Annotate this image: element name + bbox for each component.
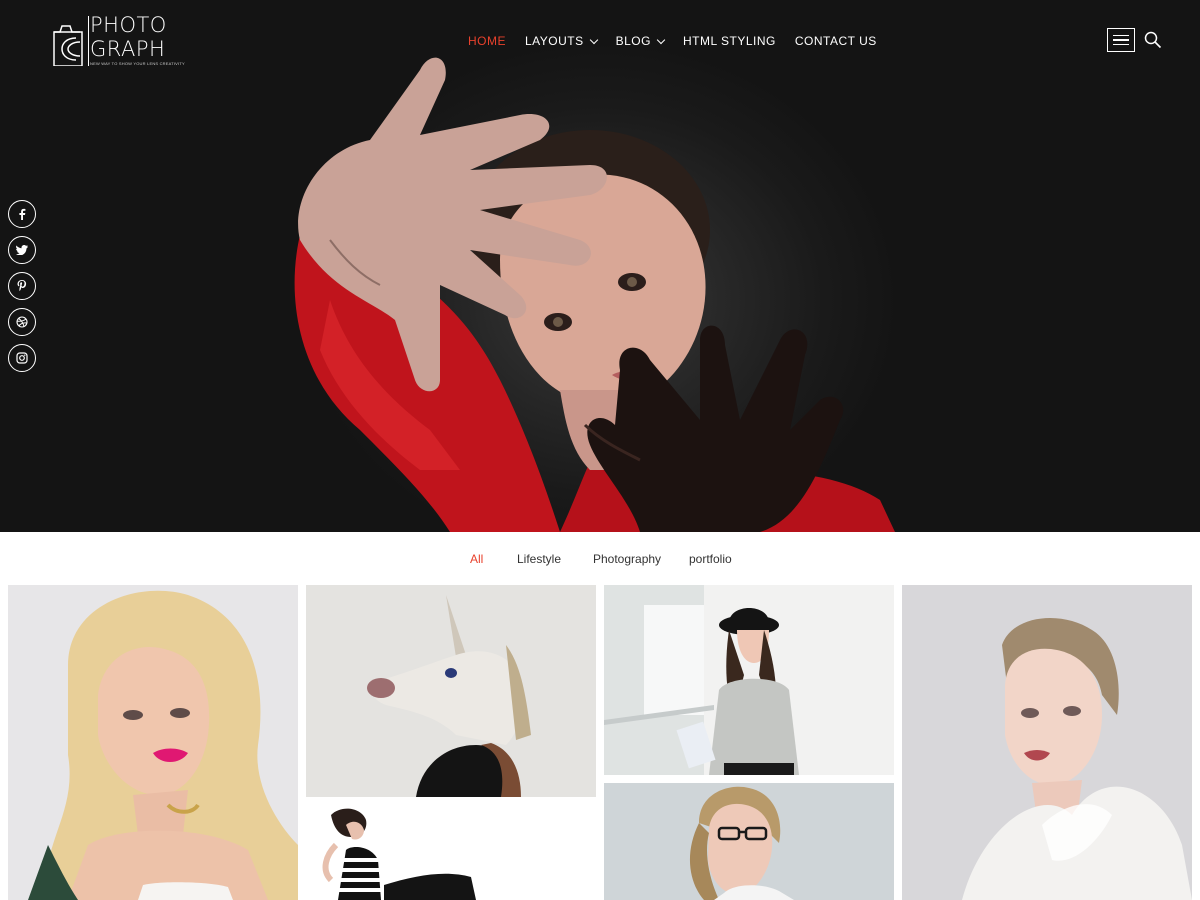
nav-item-home[interactable]: HOME bbox=[468, 33, 506, 49]
main-nav: HOME LAYOUTS BLOG HTML STYLING CONTACT U… bbox=[468, 33, 896, 49]
pinterest-icon[interactable] bbox=[8, 272, 36, 300]
gallery-photo bbox=[8, 585, 298, 900]
hero-image bbox=[294, 57, 895, 532]
filter-portfolio[interactable]: portfolio bbox=[689, 552, 732, 566]
gallery-photo bbox=[604, 585, 894, 775]
nav-label: CONTACT US bbox=[794, 34, 877, 48]
gallery-item-white-collar-portrait[interactable] bbox=[902, 585, 1192, 900]
hero-banner: PHOTO GRAPH NEW WAY TO SHOW YOUR LENS CR… bbox=[0, 0, 1200, 532]
search-icon[interactable] bbox=[1144, 31, 1162, 49]
gallery-photo bbox=[306, 585, 596, 797]
nav-label: HOME bbox=[468, 34, 506, 48]
logo-text-bottom: GRAPH bbox=[90, 37, 166, 61]
nav-label: HTML STYLING bbox=[682, 34, 776, 48]
filter-photography[interactable]: Photography bbox=[593, 552, 661, 566]
nav-label: LAYOUTS bbox=[525, 34, 584, 48]
filter-all[interactable]: All bbox=[470, 552, 483, 566]
twitter-icon[interactable] bbox=[8, 236, 36, 264]
gallery-item-unicorn-mask[interactable] bbox=[306, 585, 596, 797]
logo-tagline: NEW WAY TO SHOW YOUR LENS CREATIVITY bbox=[90, 61, 185, 66]
logo-divider bbox=[88, 16, 89, 66]
nav-item-html-styling[interactable]: HTML STYLING bbox=[683, 33, 776, 49]
gallery-item-striped-dress[interactable] bbox=[306, 805, 596, 900]
social-links bbox=[8, 200, 36, 372]
gallery-photo bbox=[604, 783, 894, 900]
gallery-photo bbox=[902, 585, 1192, 900]
logo-text-top: PHOTO bbox=[90, 13, 167, 37]
instagram-icon[interactable] bbox=[8, 344, 36, 372]
nav-item-contact-us[interactable]: CONTACT US bbox=[795, 33, 877, 49]
gallery-photo bbox=[306, 805, 596, 900]
hamburger-icon[interactable] bbox=[1107, 28, 1135, 52]
camera-logo-icon bbox=[53, 25, 83, 66]
nav-item-layouts[interactable]: LAYOUTS bbox=[525, 33, 598, 49]
facebook-icon[interactable] bbox=[8, 200, 36, 228]
filter-lifestyle[interactable]: Lifestyle bbox=[517, 552, 561, 566]
gallery-item-hat-portrait[interactable] bbox=[604, 585, 894, 775]
chevron-down-icon bbox=[656, 35, 666, 44]
nav-item-blog[interactable]: BLOG bbox=[615, 33, 666, 49]
site-logo[interactable]: PHOTO GRAPH NEW WAY TO SHOW YOUR LENS CR… bbox=[52, 13, 185, 70]
nav-label: BLOG bbox=[615, 34, 651, 48]
dribbble-icon[interactable] bbox=[8, 308, 36, 336]
portfolio-filters: All Lifestyle Photography portfolio bbox=[0, 532, 1200, 584]
gallery-item-blonde-portrait[interactable] bbox=[8, 585, 298, 900]
gallery-item-glasses-portrait[interactable] bbox=[604, 783, 894, 900]
chevron-down-icon bbox=[589, 35, 598, 44]
